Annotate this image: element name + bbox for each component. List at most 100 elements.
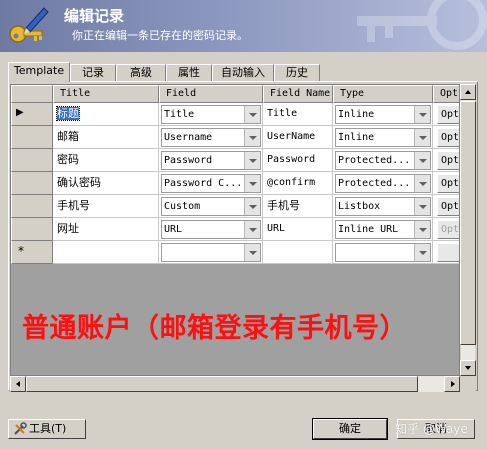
opt-cell[interactable]: Opt (433, 149, 459, 172)
opt-cell[interactable]: Opt (433, 172, 459, 195)
title-cell[interactable] (53, 241, 159, 264)
field-combo[interactable]: Custom (161, 197, 261, 216)
horizontal-scroll-thumb[interactable] (26, 376, 418, 392)
opt-cell[interactable] (433, 241, 459, 264)
title-cell[interactable]: 网址 (53, 218, 159, 241)
title-cell[interactable]: 标题 (53, 103, 159, 126)
field-cell[interactable]: Username (159, 126, 263, 149)
type-combo[interactable]: Protected... (335, 151, 431, 170)
chevron-down-icon[interactable] (414, 175, 430, 192)
row-header[interactable] (11, 195, 53, 218)
scroll-up-icon[interactable] (460, 84, 476, 100)
table-row[interactable]: ▶ 标题 Title Title Inline Opt (11, 103, 459, 126)
chevron-down-icon[interactable] (414, 244, 430, 261)
field-cell[interactable]: Custom (159, 195, 263, 218)
column-header-type[interactable]: Type (333, 85, 433, 103)
row-header[interactable] (11, 149, 53, 172)
horizontal-scrollbar[interactable] (10, 376, 460, 392)
options-button[interactable] (437, 243, 459, 262)
row-header[interactable] (11, 172, 53, 195)
opt-cell[interactable]: Opt (433, 195, 459, 218)
tab-auto-type[interactable]: 自动输入 (212, 64, 274, 81)
type-cell[interactable]: Inline (333, 126, 433, 149)
scroll-right-icon[interactable] (444, 376, 460, 392)
chevron-down-icon[interactable] (244, 152, 260, 169)
options-button[interactable]: Opt (437, 105, 459, 124)
column-header-field-name[interactable]: Field Name (263, 85, 333, 103)
tab-record[interactable]: 记录 (70, 64, 116, 81)
chevron-down-icon[interactable] (244, 175, 260, 192)
type-combo[interactable]: Listbox (335, 197, 431, 216)
row-header[interactable]: * (11, 241, 53, 264)
chevron-down-icon[interactable] (414, 198, 430, 215)
options-button[interactable]: Opt (437, 151, 459, 170)
table-row[interactable]: 密码 Password Password Protected... Opt (11, 149, 459, 172)
type-cell[interactable]: Listbox (333, 195, 433, 218)
type-cell[interactable]: Inline URL (333, 218, 433, 241)
title-cell[interactable]: 确认密码 (53, 172, 159, 195)
type-combo[interactable]: Inline (335, 128, 431, 147)
chevron-down-icon[interactable] (244, 221, 260, 238)
field-combo[interactable]: Title (161, 105, 261, 124)
field-cell[interactable] (159, 241, 263, 264)
options-button[interactable]: Opt (437, 128, 459, 147)
row-header[interactable] (11, 126, 53, 149)
chevron-down-icon[interactable] (244, 106, 260, 123)
tab-history[interactable]: 历史 (274, 64, 320, 81)
field-cell[interactable]: Title (159, 103, 263, 126)
tab-advanced[interactable]: 高级 (116, 64, 166, 81)
field-name-cell[interactable]: Password (263, 149, 333, 172)
type-combo[interactable]: Inline URL (335, 220, 431, 239)
table-row[interactable]: 手机号 Custom 手机号 Listbox Opt (11, 195, 459, 218)
tab-template[interactable]: Template (8, 62, 70, 82)
column-header-opt[interactable]: Opt (433, 85, 459, 103)
chevron-down-icon[interactable] (414, 106, 430, 123)
chevron-down-icon[interactable] (244, 198, 260, 215)
field-name-cell[interactable]: @confirm (263, 172, 333, 195)
title-cell[interactable]: 邮箱 (53, 126, 159, 149)
field-name-cell[interactable]: UserName (263, 126, 333, 149)
options-button[interactable]: Opt (437, 197, 459, 216)
field-cell[interactable]: Password (159, 149, 263, 172)
type-combo[interactable]: Inline (335, 105, 431, 124)
row-header[interactable]: ▶ (11, 103, 53, 126)
type-combo[interactable] (335, 243, 431, 262)
ok-button[interactable]: 确定 (312, 418, 388, 440)
type-cell[interactable]: Inline (333, 103, 433, 126)
chevron-down-icon[interactable] (244, 244, 260, 261)
field-combo[interactable]: URL (161, 220, 261, 239)
options-button[interactable]: Opt (437, 174, 459, 193)
table-row[interactable]: 确认密码 Password C... @confirm Protected...… (11, 172, 459, 195)
chevron-down-icon[interactable] (414, 152, 430, 169)
chevron-down-icon[interactable] (414, 129, 430, 146)
tools-button[interactable]: 工具(T) (8, 419, 86, 439)
new-row[interactable]: * (11, 241, 459, 264)
title-cell[interactable]: 手机号 (53, 195, 159, 218)
title-cell[interactable]: 密码 (53, 149, 159, 172)
opt-cell[interactable]: Opt (433, 103, 459, 126)
type-cell[interactable]: Protected... (333, 172, 433, 195)
field-name-cell[interactable]: URL (263, 218, 333, 241)
field-name-cell[interactable]: Title (263, 103, 333, 126)
field-combo[interactable]: Password C... (161, 174, 261, 193)
field-cell[interactable]: Password C... (159, 172, 263, 195)
chevron-down-icon[interactable] (244, 129, 260, 146)
column-header-field[interactable]: Field (159, 85, 263, 103)
type-combo[interactable]: Protected... (335, 174, 431, 193)
options-button[interactable]: Opt (437, 220, 459, 239)
field-name-cell[interactable]: 手机号 (263, 195, 333, 218)
type-cell[interactable]: Protected... (333, 149, 433, 172)
scroll-down-icon[interactable] (460, 360, 476, 376)
field-combo[interactable]: Username (161, 128, 261, 147)
table-row[interactable]: 网址 URL URL Inline URL Opt (11, 218, 459, 241)
column-header-title[interactable]: Title (53, 85, 159, 103)
opt-cell[interactable]: Opt (433, 218, 459, 241)
field-name-cell[interactable] (263, 241, 333, 264)
type-cell[interactable] (333, 241, 433, 264)
vertical-scroll-thumb[interactable] (460, 101, 476, 345)
table-row[interactable]: 邮箱 Username UserName Inline Opt (11, 126, 459, 149)
field-combo[interactable] (161, 243, 261, 262)
row-header[interactable] (11, 218, 53, 241)
field-cell[interactable]: URL (159, 218, 263, 241)
vertical-scrollbar[interactable] (460, 84, 476, 376)
